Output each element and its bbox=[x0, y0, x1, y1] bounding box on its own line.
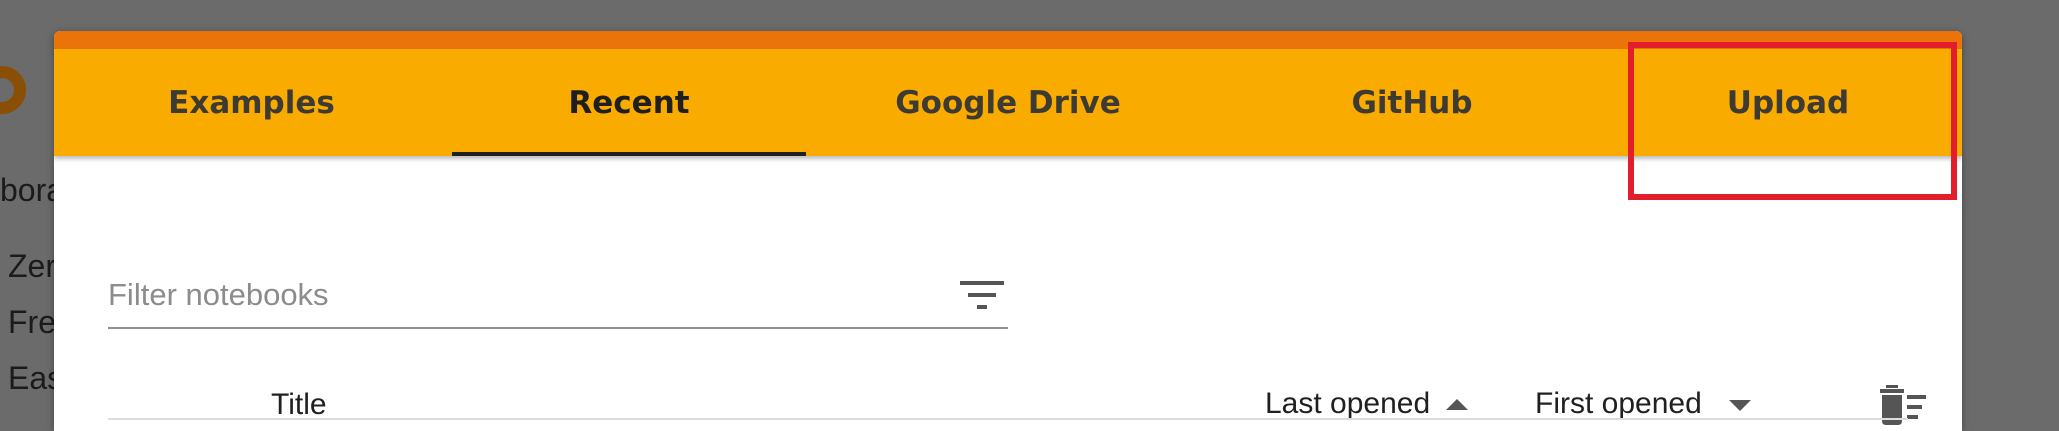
background-text-3: Fre bbox=[8, 304, 56, 340]
column-last-opened[interactable]: Last opened bbox=[1265, 387, 1430, 421]
background-text-2: Zer bbox=[8, 248, 56, 284]
tab-examples[interactable]: Examples bbox=[54, 49, 449, 156]
filter-list-icon[interactable] bbox=[960, 279, 1004, 311]
notebook-table-header: Title Last opened First opened bbox=[108, 371, 1926, 431]
open-notebook-dialog: Examples Recent Google Drive GitHub Uplo… bbox=[54, 31, 1962, 431]
dialog-top-accent bbox=[54, 31, 1962, 49]
arrow-down-icon[interactable] bbox=[1729, 400, 1751, 411]
tab-google-drive[interactable]: Google Drive bbox=[806, 49, 1210, 156]
dialog-tabbar: Examples Recent Google Drive GitHub Uplo… bbox=[54, 49, 1962, 156]
active-tab-indicator bbox=[452, 152, 806, 156]
filter-notebooks-input[interactable] bbox=[108, 275, 928, 315]
header-divider bbox=[108, 418, 1908, 420]
colab-logo-icon bbox=[0, 66, 26, 114]
column-title[interactable]: Title bbox=[271, 388, 327, 422]
tab-upload[interactable]: Upload bbox=[1614, 49, 1962, 156]
arrow-up-icon[interactable] bbox=[1446, 399, 1468, 410]
tab-recent[interactable]: Recent bbox=[452, 49, 806, 156]
column-first-opened[interactable]: First opened bbox=[1535, 387, 1702, 421]
filter-field bbox=[108, 261, 1008, 329]
tab-github[interactable]: GitHub bbox=[1210, 49, 1614, 156]
